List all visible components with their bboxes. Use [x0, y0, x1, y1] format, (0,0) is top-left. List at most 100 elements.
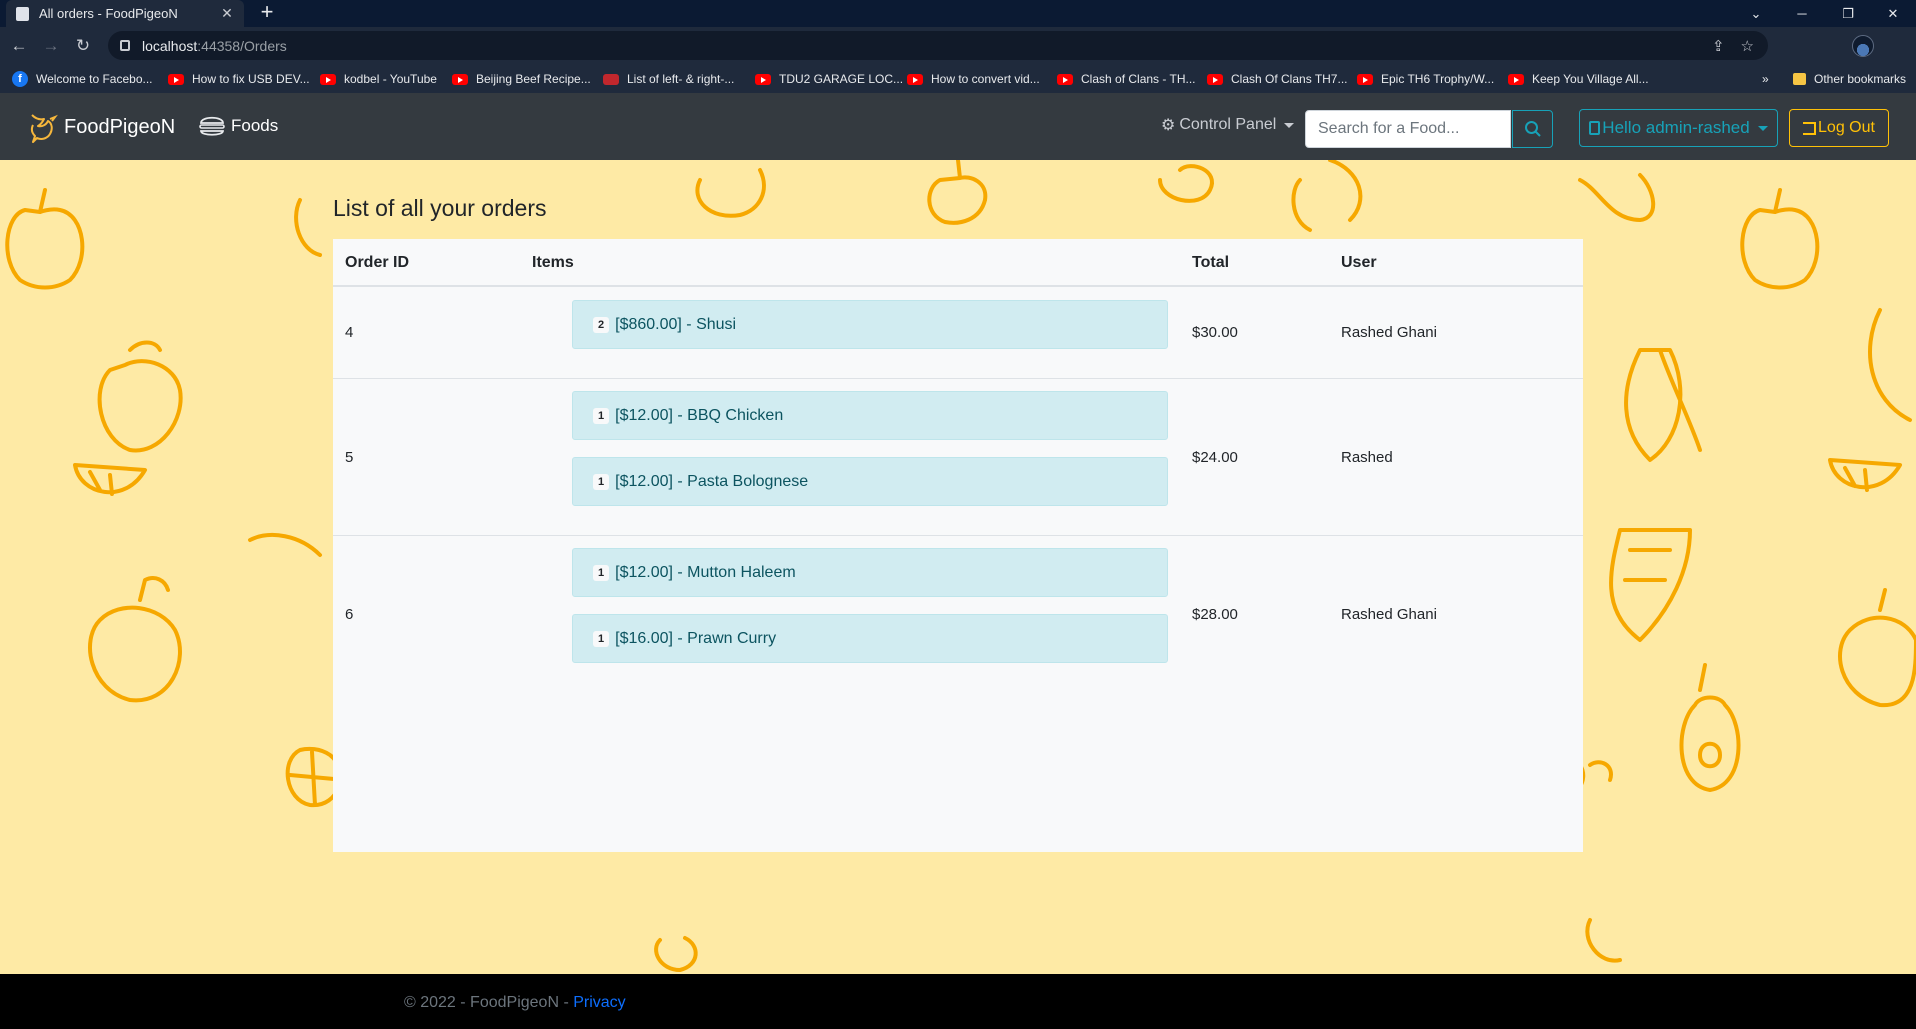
- item-text: [$12.00] - Mutton Haleem: [615, 563, 796, 581]
- bookmark-label: List of left- & right-...: [627, 72, 735, 86]
- logout-icon: [1803, 121, 1817, 135]
- column-header-order-id: Order ID: [345, 254, 410, 271]
- page-title: List of all your orders: [333, 195, 547, 221]
- profile-avatar[interactable]: [1852, 35, 1874, 57]
- footer: © 2022 - FoodPigeoN - Privacy: [0, 974, 1916, 1029]
- bookmark-item[interactable]: Keep You Village All...: [1508, 70, 1649, 88]
- logout-button[interactable]: Log Out: [1789, 109, 1889, 147]
- youtube-icon: [320, 73, 336, 85]
- order-total: $30.00: [1192, 324, 1238, 341]
- tab-search-icon[interactable]: ⌄: [1733, 0, 1779, 27]
- search-icon: [1524, 121, 1541, 137]
- column-header-user: User: [1341, 254, 1377, 271]
- bookmark-item[interactable]: Beijing Beef Recipe...: [452, 70, 591, 88]
- order-id: 5: [345, 449, 354, 466]
- url-input[interactable]: localhost:44358/Orders ⇪ ☆: [108, 31, 1768, 60]
- quantity-badge: 1: [593, 630, 610, 647]
- bookmark-item[interactable]: Epic TH6 Trophy/W...: [1357, 70, 1494, 88]
- browser-tab-active[interactable]: All orders - FoodPigeoN ✕: [6, 0, 244, 27]
- bookmark-label: TDU2 GARAGE LOC...: [779, 72, 904, 86]
- bookmark-label: kodbel - YouTube: [344, 72, 437, 86]
- app-navbar: FoodPigeoN Foods ⚙ Control Panel Hello a…: [0, 93, 1916, 160]
- order-id: 6: [345, 606, 354, 623]
- quantity-badge: 2: [593, 316, 610, 333]
- back-arrow-icon[interactable]: ←: [8, 35, 30, 57]
- reload-icon[interactable]: ↻: [72, 35, 94, 57]
- column-header-items: Items: [532, 254, 574, 271]
- order-item: 2 [$860.00] - Shusi: [572, 300, 1168, 349]
- lock-icon: [120, 40, 130, 51]
- order-item: 1 [$16.00] - Prawn Curry: [572, 614, 1168, 663]
- control-panel-dropdown[interactable]: ⚙ Control Panel: [1161, 115, 1295, 135]
- bookmark-label: How to convert vid...: [931, 72, 1040, 86]
- bookmark-item[interactable]: How to fix USB DEV...: [168, 70, 310, 88]
- privacy-link[interactable]: Privacy: [573, 994, 625, 1011]
- brand-link[interactable]: FoodPigeoN: [28, 109, 175, 145]
- restore-icon[interactable]: ❐: [1825, 0, 1871, 27]
- order-item: 1 [$12.00] - Mutton Haleem: [572, 548, 1168, 597]
- order-item: 1 [$12.00] - BBQ Chicken: [572, 391, 1168, 440]
- order-user: Rashed Ghani: [1341, 324, 1437, 341]
- item-text: [$12.00] - BBQ Chicken: [615, 406, 784, 424]
- forward-arrow-icon[interactable]: →: [40, 35, 62, 57]
- control-panel-label: Control Panel: [1179, 116, 1277, 133]
- burger-icon: [199, 116, 225, 136]
- order-id: 4: [345, 324, 354, 341]
- bookmark-item[interactable]: How to convert vid...: [907, 70, 1040, 88]
- foods-nav-link[interactable]: Foods: [197, 111, 278, 141]
- footer-text-line: © 2022 - FoodPigeoN - Privacy: [404, 994, 626, 1012]
- search-input[interactable]: [1305, 110, 1511, 148]
- chevron-down-icon: [1284, 122, 1295, 128]
- bookmark-label: Epic TH6 Trophy/W...: [1381, 72, 1495, 86]
- bookmark-label: Welcome to Facebo...: [36, 72, 153, 86]
- new-tab-icon[interactable]: +: [256, 1, 278, 23]
- share-icon[interactable]: ⇪: [1712, 37, 1725, 55]
- browser-tab-bar: All orders - FoodPigeoN ✕ + ⌄ ─ ❐ ✕: [0, 0, 1916, 27]
- bookmark-item[interactable]: Clash Of Clans TH7...: [1207, 70, 1347, 88]
- quantity-badge: 1: [593, 407, 610, 424]
- logout-label: Log Out: [1818, 119, 1875, 136]
- table-row: 6 1 [$12.00] - Mutton Haleem 1 [$16.00] …: [333, 536, 1583, 693]
- gear-icon: ⚙: [1161, 117, 1176, 134]
- bookmark-label: Beijing Beef Recipe...: [476, 72, 591, 86]
- chevron-down-icon: [1757, 125, 1768, 131]
- bookmark-star-icon[interactable]: ☆: [1741, 37, 1754, 55]
- more-bookmarks-icon[interactable]: »: [1762, 70, 1769, 88]
- tab-close-icon[interactable]: ✕: [220, 5, 234, 22]
- minimize-icon[interactable]: ─: [1779, 0, 1825, 27]
- other-bookmarks[interactable]: Other bookmarks: [1793, 70, 1906, 88]
- url-path: :44358/Orders: [197, 37, 287, 54]
- tab-title: All orders - FoodPigeoN: [39, 6, 178, 21]
- foods-label: Foods: [231, 116, 279, 135]
- pigeon-logo-icon: [30, 114, 58, 143]
- bookmark-item[interactable]: List of left- & right-...: [603, 70, 734, 88]
- copyright-text: © 2022 - FoodPigeoN -: [404, 994, 574, 1011]
- item-text: [$860.00] - Shusi: [615, 315, 737, 333]
- bookmark-label: Keep You Village All...: [1532, 72, 1649, 86]
- user-greeting: Hello admin-rashed: [1602, 118, 1750, 137]
- bookmark-label: Clash of Clans - TH...: [1081, 72, 1196, 86]
- column-header-total: Total: [1192, 254, 1230, 271]
- item-text: [$16.00] - Prawn Curry: [615, 629, 777, 647]
- bookmark-item[interactable]: TDU2 GARAGE LOC...: [755, 70, 903, 88]
- youtube-icon: [755, 73, 771, 85]
- window-close-icon[interactable]: ✕: [1870, 0, 1916, 27]
- bookmark-label: Clash Of Clans TH7...: [1231, 72, 1348, 86]
- user-menu-dropdown[interactable]: Hello admin-rashed: [1579, 109, 1778, 147]
- user-id-icon: [1589, 121, 1601, 135]
- table-row: 4 2 [$860.00] - Shusi $30.00 Rashed Ghan…: [333, 288, 1583, 379]
- bookmark-item[interactable]: f Welcome to Facebo...: [12, 70, 153, 88]
- item-text: [$12.00] - Pasta Bolognese: [615, 472, 809, 490]
- address-bar-row: ← → ↻ localhost:44358/Orders ⇪ ☆ ▦ ✣ ◨ ⋮: [0, 27, 1916, 81]
- bookmark-item[interactable]: Clash of Clans - TH...: [1057, 70, 1195, 88]
- stackoverflow-icon: [603, 73, 619, 85]
- facebook-icon: f: [12, 71, 28, 87]
- url-host: localhost: [142, 37, 198, 54]
- order-item: 1 [$12.00] - Pasta Bolognese: [572, 457, 1168, 506]
- orders-table: Order ID Items Total User 4 2 [$860.00] …: [333, 239, 1583, 852]
- table-row: 5 1 [$12.00] - BBQ Chicken 1 [$12.00] - …: [333, 379, 1583, 536]
- order-total: $28.00: [1192, 606, 1238, 623]
- search-button[interactable]: [1512, 110, 1553, 148]
- other-bookmarks-label: Other bookmarks: [1814, 72, 1907, 86]
- bookmark-item[interactable]: kodbel - YouTube: [320, 70, 437, 88]
